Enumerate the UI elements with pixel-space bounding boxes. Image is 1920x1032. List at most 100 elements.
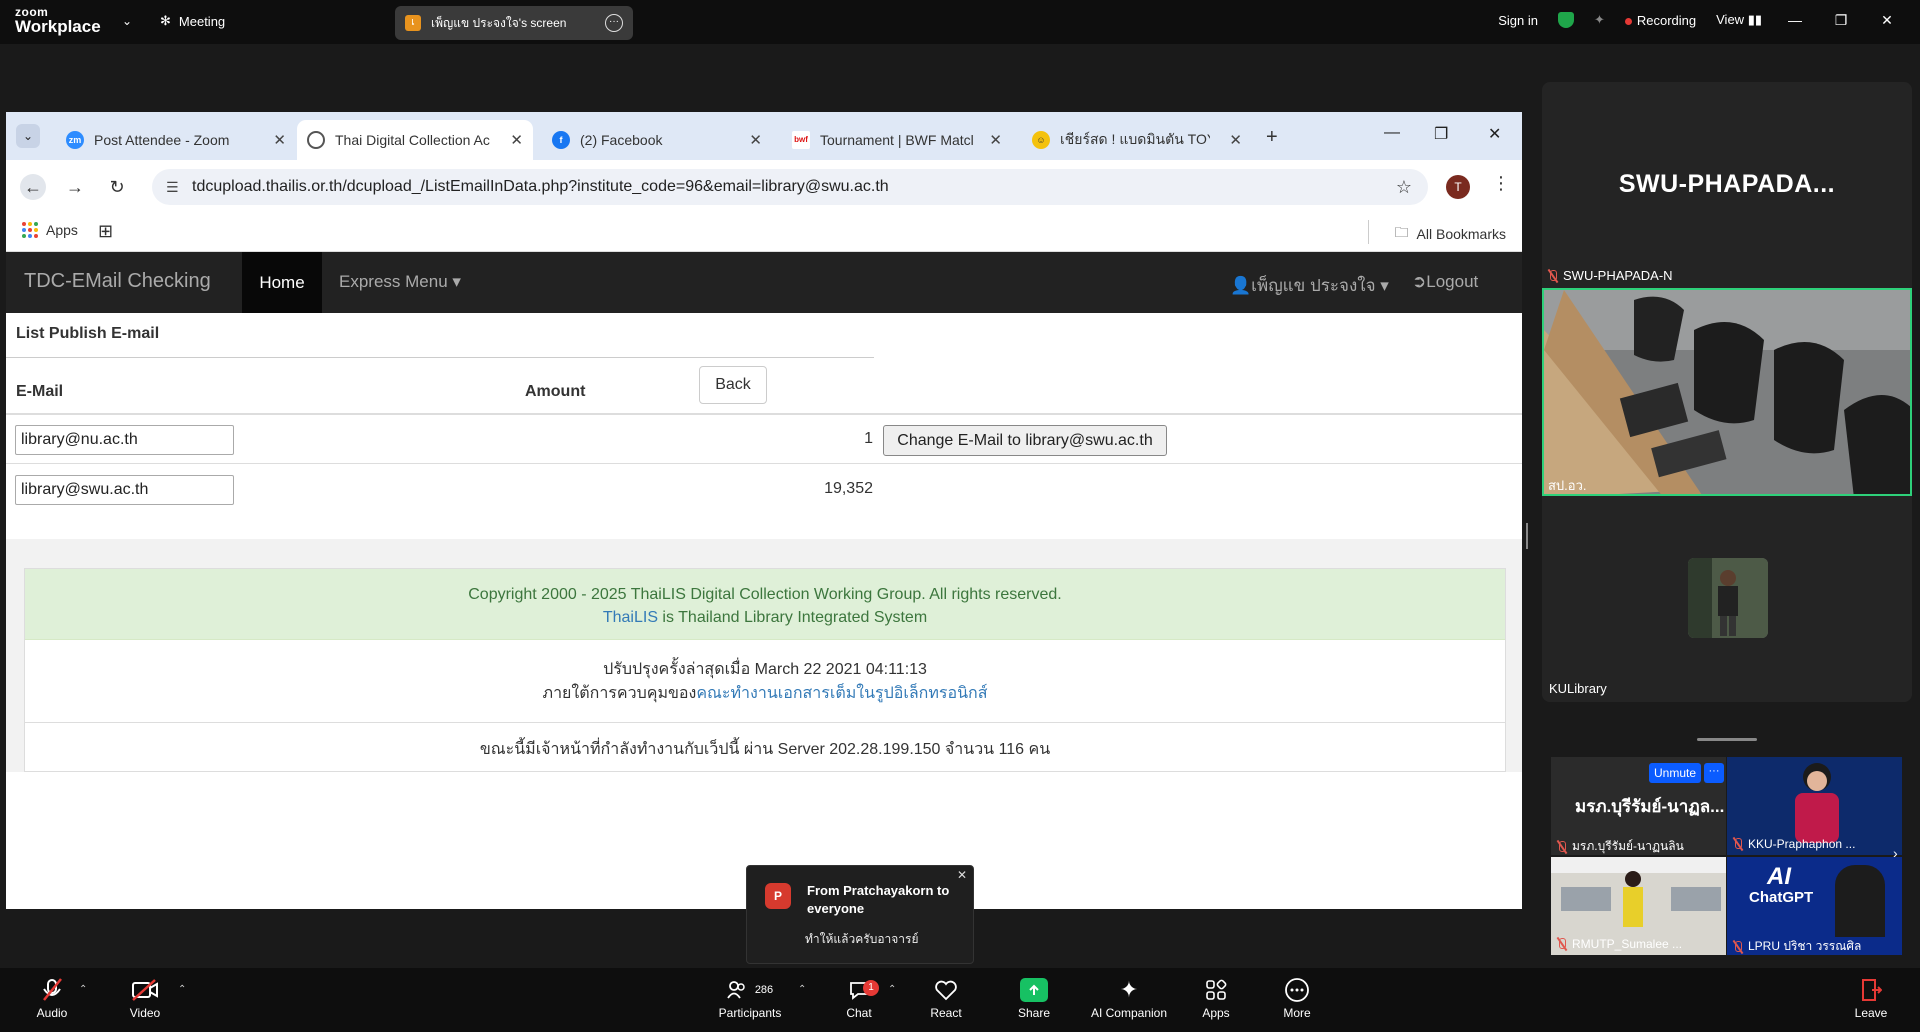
thumbnail-tile[interactable]: AI ChatGPT LPRU ปริชา วรรณศิล bbox=[1727, 857, 1902, 955]
browser-close-button[interactable]: ✕ bbox=[1488, 124, 1501, 144]
close-tab-icon[interactable]: ✕ bbox=[510, 131, 523, 149]
more-options-icon[interactable]: ··· bbox=[1704, 763, 1724, 783]
tab-search-button[interactable]: ⌄ bbox=[16, 124, 40, 148]
chat-unread-badge: 1 bbox=[863, 980, 879, 996]
logout-label: Logout bbox=[1426, 272, 1479, 291]
back-arrow-icon[interactable]: ← bbox=[20, 174, 46, 200]
tab-badminton-live[interactable]: ☺ เชียร์สด ! แบดมินตัน TOYOT ✕ bbox=[1022, 120, 1252, 160]
leave-button[interactable]: Leave bbox=[1854, 976, 1888, 1020]
user-icon: 👤 bbox=[1230, 276, 1252, 295]
row-divider bbox=[6, 463, 1522, 464]
close-tab-icon[interactable]: ✕ bbox=[1229, 131, 1242, 149]
zoom-workplace-logo[interactable]: zoom Workplace bbox=[15, 6, 101, 35]
participant-label: SWU-PHAPADA-N bbox=[1548, 268, 1673, 283]
tab-groups-icon[interactable]: ⊞ bbox=[98, 221, 113, 242]
nav-home[interactable]: Home bbox=[242, 252, 322, 313]
footer-panel: Copyright 2000 - 2025 ThaiLIS Digital Co… bbox=[24, 568, 1506, 772]
view-label: View bbox=[1716, 12, 1745, 27]
apps-button[interactable]: Apps bbox=[1199, 976, 1233, 1020]
thumbnail-tile[interactable]: RMUTP_Sumalee ... bbox=[1551, 857, 1726, 955]
zoom-favicon-icon: zm bbox=[66, 131, 84, 149]
participants-caret-icon[interactable]: ⌃ bbox=[798, 984, 806, 995]
reload-icon[interactable]: ↻ bbox=[104, 174, 130, 200]
back-button[interactable]: Back bbox=[699, 366, 767, 404]
browser-restore-button[interactable]: ❐ bbox=[1434, 124, 1448, 144]
restore-window-button[interactable]: ❐ bbox=[1828, 12, 1854, 29]
participants-button[interactable]: 286 Participants bbox=[716, 976, 784, 1020]
bookmark-star-icon[interactable]: ☆ bbox=[1396, 169, 1412, 205]
people-icon: ✻ bbox=[160, 13, 171, 28]
tab-post-attendee[interactable]: zm Post Attendee - Zoom ✕ bbox=[56, 120, 296, 160]
meeting-button[interactable]: ✻ Meeting bbox=[160, 13, 225, 29]
tab-thai-digital-collection[interactable]: Thai Digital Collection Ac ✕ bbox=[297, 120, 533, 160]
tab-bwf-tournament[interactable]: bwf Tournament | BWF Matcl ✕ bbox=[782, 120, 1012, 160]
muted-mic-icon bbox=[1548, 269, 1558, 282]
last-updated-text: ปรับปรุงครั้งล่าสุดเมื่อ March 22 2021 0… bbox=[603, 661, 927, 678]
forward-arrow-icon[interactable]: → bbox=[62, 174, 88, 200]
sparkle-icon[interactable]: ✦ bbox=[1594, 12, 1605, 28]
browser-menu-icon[interactable]: ⋮ bbox=[1492, 173, 1510, 194]
share-screen-icon bbox=[1020, 978, 1048, 1002]
more-button[interactable]: More bbox=[1280, 976, 1314, 1020]
tab-facebook[interactable]: f (2) Facebook ✕ bbox=[542, 120, 772, 160]
close-tab-icon[interactable]: ✕ bbox=[989, 131, 1002, 149]
apps-bookmark[interactable]: Apps bbox=[22, 222, 78, 238]
close-window-button[interactable]: ✕ bbox=[1874, 12, 1900, 29]
gallery-resize-handle[interactable] bbox=[1697, 738, 1757, 741]
nav-logout[interactable]: ➲Logout bbox=[1412, 272, 1478, 292]
unmute-button[interactable]: Unmute bbox=[1649, 763, 1701, 783]
email-field[interactable] bbox=[15, 425, 234, 455]
new-tab-icon[interactable]: + bbox=[1266, 126, 1278, 149]
minimize-window-button[interactable]: — bbox=[1782, 12, 1808, 28]
thumbnail-tile[interactable]: KKU-Praphaphon ... bbox=[1727, 757, 1902, 855]
react-button[interactable]: React bbox=[926, 976, 966, 1020]
title-divider bbox=[6, 357, 874, 358]
browser-minimize-button[interactable]: — bbox=[1384, 124, 1400, 142]
url-bar[interactable]: ☰ tdcupload.thailis.or.th/dcupload_/List… bbox=[152, 169, 1428, 205]
audio-button[interactable]: Audio bbox=[30, 976, 74, 1020]
thailis-link[interactable]: ThaiLIS bbox=[603, 609, 658, 626]
chat-notification[interactable]: P From Pratchayakorn to everyone ทำให้แล… bbox=[746, 865, 974, 964]
zoom-logo-big: Workplace bbox=[15, 17, 101, 36]
recording-label: Recording bbox=[1636, 12, 1697, 28]
thumbnail-tile[interactable]: Unmute ··· มรภ.บุรีรัมย์-นาฏล... มรภ.บุร… bbox=[1551, 757, 1726, 855]
heart-icon bbox=[926, 976, 966, 1004]
sign-in-link[interactable]: Sign in bbox=[1498, 13, 1538, 28]
security-shield-icon[interactable] bbox=[1557, 12, 1574, 28]
profile-avatar[interactable]: T bbox=[1446, 175, 1470, 199]
close-icon[interactable]: ✕ bbox=[957, 868, 967, 882]
shared-screen-indicator[interactable]: เ เพ็ญแข ประจงใจ's screen ··· bbox=[395, 6, 633, 40]
facebook-icon: f bbox=[552, 131, 570, 149]
next-page-icon[interactable]: › bbox=[1893, 845, 1898, 861]
thumb-title: AI bbox=[1767, 863, 1791, 890]
audio-options-caret-icon[interactable]: ⌃ bbox=[79, 984, 87, 995]
muted-mic-icon bbox=[1733, 940, 1743, 953]
close-tab-icon[interactable]: ✕ bbox=[273, 131, 286, 149]
recording-indicator[interactable]: Recording bbox=[1624, 12, 1697, 28]
email-field[interactable] bbox=[15, 475, 234, 505]
participant-name: KULibrary bbox=[1549, 681, 1607, 696]
all-bookmarks-button[interactable]: 🗀 All Bookmarks bbox=[1395, 222, 1506, 246]
video-options-caret-icon[interactable]: ⌃ bbox=[178, 984, 186, 995]
nav-express-menu[interactable]: Express Menu ▾ bbox=[339, 272, 461, 292]
ai-companion-button[interactable]: ✦ AI Companion bbox=[1088, 976, 1170, 1020]
view-button[interactable]: View ▮▮ bbox=[1716, 12, 1762, 28]
video-tile[interactable]: สป.อว. bbox=[1542, 288, 1912, 496]
nav-user-menu[interactable]: 👤เพ็ญแข ประจงใจ ▾ bbox=[1230, 272, 1389, 299]
working-group-link[interactable]: คณะทำงานเอกสารเต็มในรูปอิเล็กทรอนิกส์ bbox=[696, 685, 987, 702]
splitter-handle[interactable] bbox=[1526, 523, 1528, 549]
chevron-down-icon[interactable]: ⌄ bbox=[122, 14, 132, 28]
muted-mic-icon bbox=[1733, 838, 1743, 850]
site-brand[interactable]: TDC-EMail Checking bbox=[24, 270, 211, 293]
video-button[interactable]: Video bbox=[124, 976, 166, 1020]
column-header-email: E-Mail bbox=[16, 383, 64, 400]
share-button[interactable]: Share bbox=[1016, 976, 1052, 1020]
participant-tile-kulibrary[interactable]: KULibrary bbox=[1542, 498, 1912, 702]
chat-caret-icon[interactable]: ⌃ bbox=[888, 984, 896, 995]
folder-icon: 🗀 bbox=[1394, 224, 1409, 240]
more-icon[interactable]: ··· bbox=[605, 14, 623, 32]
change-email-button[interactable]: Change E-Mail to library@swu.ac.th bbox=[883, 425, 1167, 456]
close-tab-icon[interactable]: ✕ bbox=[749, 131, 762, 149]
footer-copyright: Copyright 2000 - 2025 ThaiLIS Digital Co… bbox=[25, 569, 1505, 640]
site-info-icon[interactable]: ☰ bbox=[166, 169, 179, 205]
